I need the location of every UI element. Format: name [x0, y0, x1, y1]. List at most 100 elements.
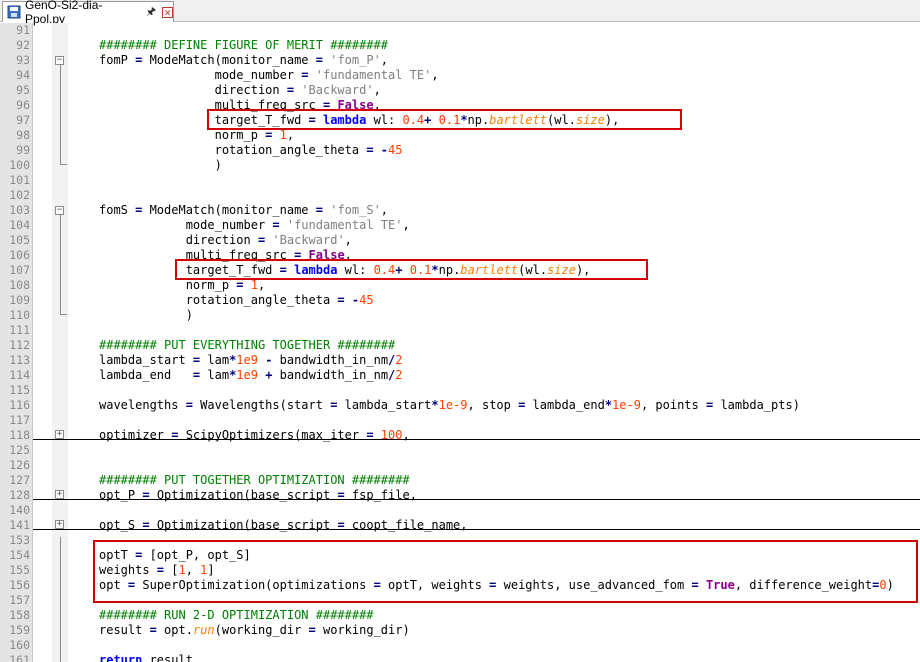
code-text: )	[99, 158, 222, 173]
code-line[interactable]: 94 mode_number = 'fundamental TE',	[0, 68, 920, 83]
code-line[interactable]: 114 lambda_end = lam*1e9 + bandwidth_in_n…	[0, 368, 920, 383]
fold-toggle-icon[interactable]: +	[55, 490, 64, 499]
code-token: ,	[402, 218, 410, 232]
code-line[interactable]: 126	[0, 458, 920, 473]
code-token: lam	[200, 353, 230, 367]
code-line[interactable]: 109 rotation_angle_theta = -45	[0, 293, 920, 308]
code-token: , points	[640, 398, 706, 412]
code-token: ,	[380, 203, 389, 217]
code-line[interactable]: 104 mode_number = 'fundamental TE',	[0, 218, 920, 233]
code-line[interactable]: 158 ######## RUN 2-D OPTIMIZATION #######…	[0, 608, 920, 623]
code-line[interactable]: 128 opt_P = Optimization(base_script = fs…	[0, 488, 920, 503]
code-token: bandwidth_in_nm	[272, 368, 389, 382]
code-line[interactable]: 113 lambda_start = lam*1e9 - bandwidth_in…	[0, 353, 920, 368]
line-number: 105	[9, 233, 30, 247]
folded-region-line	[33, 439, 920, 440]
code-line[interactable]: 95 direction = 'Backward',	[0, 83, 920, 98]
code-editor[interactable]: 91 92 ######## DEFINE FIGURE OF MERIT ####…	[0, 23, 920, 662]
code-token: lambda_pts)	[713, 398, 800, 412]
code-token: mode_number	[99, 68, 302, 82]
fold-toggle-icon[interactable]: +	[55, 520, 64, 529]
code-line[interactable]: 111	[0, 323, 920, 338]
code-line[interactable]: 91	[0, 23, 920, 38]
code-line[interactable]: 161 return result	[0, 653, 920, 662]
code-token: 'fom_S'	[330, 203, 381, 217]
code-text: ######## PUT TOGETHER OPTIMIZATION #####…	[99, 473, 410, 488]
code-line[interactable]: 127 ######## PUT TOGETHER OPTIMIZATION ##…	[0, 473, 920, 488]
pin-icon[interactable]: 🖈︎	[146, 3, 156, 22]
code-line[interactable]: 115	[0, 383, 920, 398]
code-line[interactable]: 99 rotation_angle_theta = -45	[0, 143, 920, 158]
code-token: *	[431, 398, 439, 412]
code-line[interactable]: 125	[0, 443, 920, 458]
code-token: =	[301, 68, 309, 82]
code-line[interactable]: 105 direction = 'Backward',	[0, 233, 920, 248]
line-number: 141	[9, 518, 30, 532]
code-token: =	[236, 278, 244, 292]
code-token: ######## PUT EVERYTHING TOGETHER #######…	[99, 338, 396, 352]
code-token: direction	[99, 83, 287, 97]
code-text: opt_P = Optimization(base_script = fsp_f…	[99, 488, 417, 503]
code-token: 1	[250, 278, 258, 292]
line-number: 157	[9, 593, 30, 607]
code-text: ######## PUT EVERYTHING TOGETHER #######…	[99, 338, 395, 353]
code-line[interactable]: 98 norm_p = 1,	[0, 128, 920, 143]
code-line[interactable]: 102	[0, 188, 920, 203]
file-tab[interactable]: GenO-Si2-dia-Ppol.py 🖈︎ ✕	[2, 0, 174, 26]
line-number: 155	[9, 563, 30, 577]
code-token: working_dir)	[315, 623, 410, 637]
code-token: 'fom_P'	[330, 53, 381, 67]
fold-toggle-icon[interactable]: −	[55, 206, 64, 215]
line-number: 127	[9, 473, 30, 487]
code-token: ######## DEFINE FIGURE OF MERIT ########	[99, 38, 388, 52]
code-line[interactable]: 101	[0, 173, 920, 188]
code-line[interactable]: 118 optimizer = ScipyOptimizers(max_iter …	[0, 428, 920, 443]
code-line[interactable]: 100 )	[0, 158, 920, 173]
close-icon[interactable]: ✕	[162, 6, 173, 18]
line-number: 106	[9, 248, 30, 262]
code-line[interactable]: 93 fomP = ModeMatch(monitor_name = 'fom_P…	[0, 53, 920, 68]
line-number: 117	[9, 413, 30, 427]
code-token: )	[99, 158, 222, 172]
line-number: 99	[16, 143, 30, 157]
fold-guide-end	[60, 164, 67, 165]
code-token: =	[315, 53, 323, 67]
fold-toggle-icon[interactable]: +	[55, 430, 64, 439]
code-token: fomP	[99, 53, 136, 67]
code-token: ,	[373, 83, 381, 97]
code-text: mode_number = 'fundamental TE',	[99, 68, 439, 83]
code-line[interactable]: 141 opt_S = Optimization(base_script = co…	[0, 518, 920, 533]
code-token: ,	[431, 68, 439, 82]
code-line[interactable]: 140	[0, 503, 920, 518]
code-line[interactable]: 116 wavelengths = Wavelengths(start = lam…	[0, 398, 920, 413]
line-number: 128	[9, 488, 30, 502]
code-token: 1e9	[236, 353, 258, 367]
code-token: , stop	[467, 398, 519, 412]
code-token: 'Backward'	[272, 233, 345, 247]
line-number: 98	[16, 128, 30, 142]
code-token: *	[604, 398, 613, 412]
code-token: ,	[257, 278, 266, 292]
line-number: 100	[9, 158, 30, 172]
code-text: lambda_end = lam*1e9 + bandwidth_in_nm/2	[99, 368, 403, 383]
code-line[interactable]: 92 ######## DEFINE FIGURE OF MERIT ######…	[0, 38, 920, 53]
code-line[interactable]: 159 result = opt.run(working_dir = workin…	[0, 623, 920, 638]
code-text: rotation_angle_theta = -45	[99, 143, 403, 158]
code-line[interactable]: 160	[0, 638, 920, 653]
code-text: norm_p = 1,	[99, 128, 295, 143]
code-line[interactable]: 103 fomS = ModeMatch(monitor_name = 'fom_…	[0, 203, 920, 218]
line-number: 159	[9, 623, 30, 637]
fold-toggle-icon[interactable]: −	[55, 56, 64, 65]
code-line[interactable]: 108 norm_p = 1,	[0, 278, 920, 293]
code-line[interactable]: 112 ######## PUT EVERYTHING TOGETHER ####…	[0, 338, 920, 353]
code-token: =	[286, 83, 295, 97]
code-line[interactable]: 110 )	[0, 308, 920, 323]
line-number: 125	[9, 443, 30, 457]
code-line[interactable]: 117	[0, 413, 920, 428]
code-token: run	[192, 623, 215, 637]
